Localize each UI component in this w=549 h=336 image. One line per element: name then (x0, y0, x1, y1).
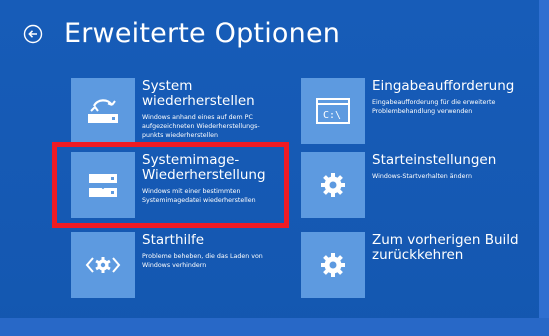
option-title: Zum vorherigen Build zurückkehren (372, 232, 519, 263)
tile-icon-box (301, 152, 365, 218)
page-title: Erweiterte Optionen (64, 18, 341, 49)
option-description: Windows anhand eines auf dem PC aufgezei… (142, 114, 260, 139)
right-edge-strip (539, 0, 549, 336)
gear-icon (321, 253, 345, 277)
svg-text:C:\: C:\ (323, 110, 341, 121)
tile-icon-box: C:\ (301, 78, 365, 144)
option-command-prompt[interactable]: C:\ Eingabeaufforderung Eingabeaufforder… (301, 78, 514, 144)
tile-icon-box (301, 232, 365, 298)
gear-icon (321, 173, 345, 197)
startup-repair-icon (85, 257, 121, 273)
option-system-restore[interactable]: System wiederherstellen Windows anhand e… (71, 78, 260, 144)
option-startup-settings[interactable]: Starteinstellungen Windows-Startverhalte… (301, 152, 496, 218)
option-go-back-previous-build[interactable]: Zum vorherigen Build zurückkehren (301, 232, 519, 298)
bottom-edge-strip (0, 318, 549, 336)
option-title: Starthilfe (142, 232, 205, 248)
option-description: Probleme beheben, die das Laden von Wind… (142, 253, 263, 269)
back-arrow-icon (23, 24, 43, 43)
highlight-box (52, 142, 289, 228)
option-description: Eingabeaufforderung für die erweiterte P… (372, 99, 496, 115)
option-title: Starteinstellungen (372, 152, 497, 168)
restore-icon (88, 99, 118, 123)
tile-icon-box (71, 232, 135, 298)
command-prompt-icon: C:\ (316, 98, 350, 124)
option-startup-repair[interactable]: Starthilfe Probleme beheben, die das Lad… (71, 232, 263, 298)
option-title: Eingabeaufforderung (372, 78, 515, 94)
header: Erweiterte Optionen (22, 18, 340, 49)
tile-icon-box (71, 78, 135, 144)
option-description: Windows-Startverhalten ändern (372, 173, 472, 180)
option-title: System wiederherstellen (142, 78, 255, 109)
back-button[interactable] (22, 23, 44, 45)
